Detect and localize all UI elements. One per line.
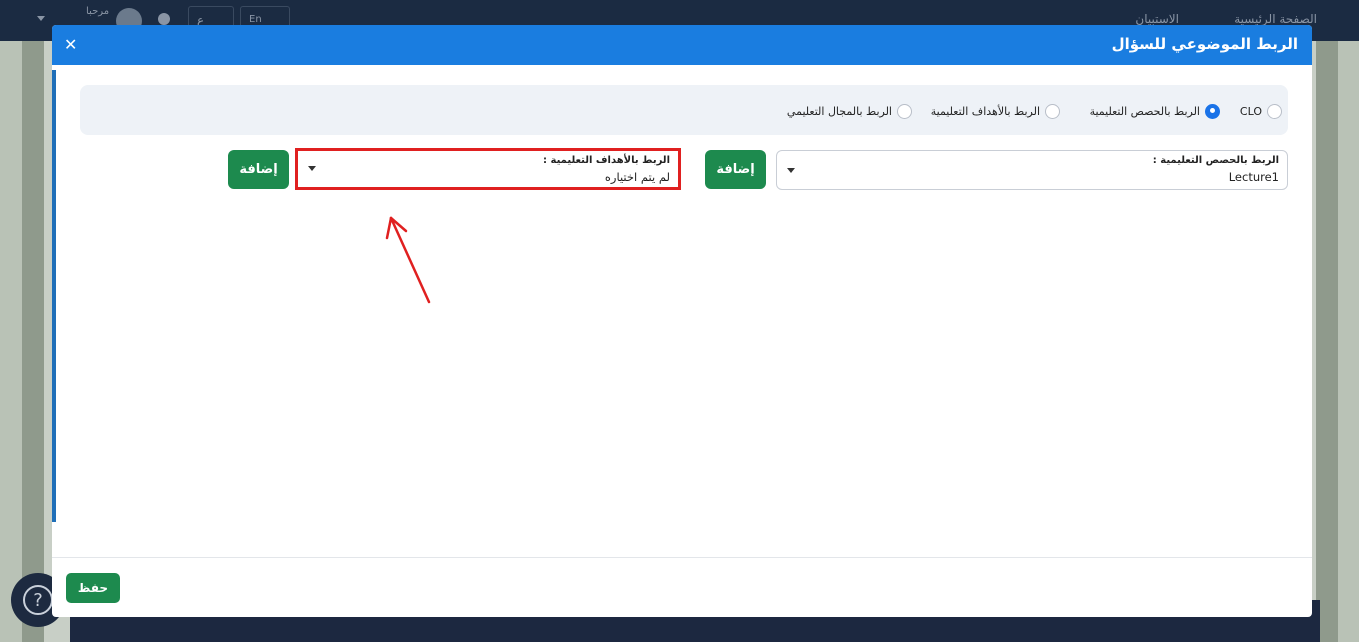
notification-icon[interactable] bbox=[158, 13, 170, 25]
nav-survey[interactable]: الاستبيان bbox=[1135, 12, 1179, 26]
lectures-select-value: Lecture1 bbox=[1228, 170, 1279, 184]
caret-down-icon bbox=[787, 168, 795, 173]
add-lecture-button[interactable]: إضافة bbox=[705, 150, 766, 189]
lectures-select[interactable]: الربط بالحصص التعليمية : Lecture1 bbox=[776, 150, 1288, 190]
radio-clo-circle[interactable] bbox=[1267, 103, 1282, 119]
add-objective-button[interactable]: إضافة bbox=[228, 150, 289, 189]
lectures-select-label: الربط بالحصص التعليمية : bbox=[1152, 155, 1279, 166]
left-accent-bar bbox=[52, 70, 56, 522]
radio-objectives[interactable]: الربط بالأهداف التعليمية bbox=[931, 102, 1060, 120]
radio-objectives-circle[interactable] bbox=[1045, 103, 1060, 119]
radio-clo-label: CLO bbox=[1239, 104, 1262, 118]
chevron-down-icon[interactable] bbox=[37, 16, 45, 21]
save-button[interactable]: حفظ bbox=[66, 573, 120, 603]
modal-title: الربط الموضوعي للسؤال bbox=[1111, 35, 1298, 53]
radio-lectures[interactable]: الربط بالحصص التعليمية bbox=[1090, 102, 1220, 120]
link-type-radio-group: CLO الربط بالحصص التعليمية الربط بالأهدا… bbox=[80, 85, 1288, 135]
radio-lectures-circle[interactable] bbox=[1205, 103, 1220, 119]
greeting-text: مرحبا bbox=[86, 6, 110, 17]
modal-header: الربط الموضوعي للسؤال ✕ bbox=[52, 25, 1312, 65]
radio-objectives-label: الربط بالأهداف التعليمية bbox=[930, 104, 1040, 118]
close-icon[interactable]: ✕ bbox=[64, 35, 77, 54]
annotation-arrow-icon bbox=[385, 216, 431, 304]
radio-domain[interactable]: الربط بالمجال التعليمي bbox=[787, 102, 912, 120]
radio-clo[interactable]: CLO bbox=[1240, 102, 1282, 120]
topic-link-modal: الربط الموضوعي للسؤال ✕ CLO الربط بالحصص… bbox=[52, 25, 1312, 617]
footer-divider bbox=[52, 557, 1312, 558]
radio-domain-label: الربط بالمجال التعليمي bbox=[786, 104, 892, 118]
radio-domain-circle[interactable] bbox=[897, 103, 912, 119]
highlight-box bbox=[295, 148, 681, 190]
radio-lectures-label: الربط بالحصص التعليمية bbox=[1089, 104, 1200, 118]
nav-home[interactable]: الصفحة الرئيسية bbox=[1234, 12, 1317, 26]
help-icon: ? bbox=[23, 585, 53, 615]
